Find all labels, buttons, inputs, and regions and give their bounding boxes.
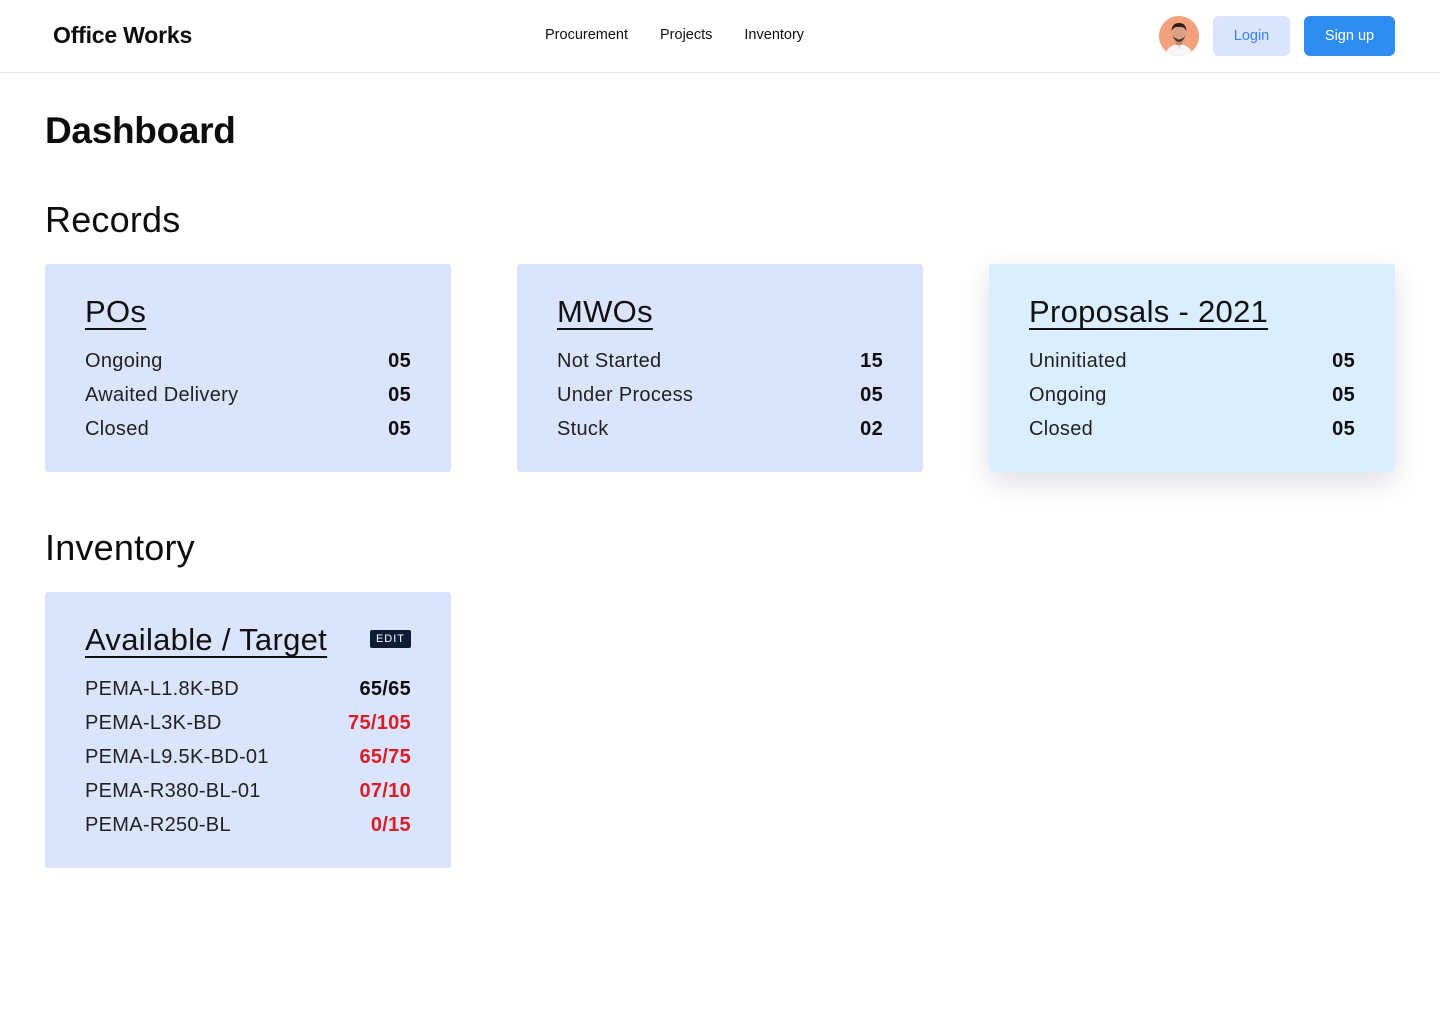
inventory-row: PEMA-L9.5K-BD-01 65/75 bbox=[85, 740, 411, 774]
record-row-value: 05 bbox=[1332, 417, 1355, 440]
record-row-label: Under Process bbox=[557, 383, 694, 406]
record-row-value: 05 bbox=[860, 383, 883, 406]
signup-button[interactable]: Sign up bbox=[1304, 16, 1395, 56]
inventory-rows: PEMA-L1.8K-BD 65/65 PEMA-L3K-BD 75/105 P… bbox=[85, 672, 411, 842]
record-row: Closed 05 bbox=[1029, 412, 1355, 446]
card-title-proposals[interactable]: Proposals - 2021 bbox=[1029, 294, 1268, 330]
edit-button[interactable]: EDIT bbox=[369, 630, 411, 648]
record-row: Stuck 02 bbox=[557, 412, 883, 446]
records-card-proposals: Proposals - 2021 Uninitiated 05 Ongoing … bbox=[989, 264, 1395, 472]
record-row: Ongoing 05 bbox=[1029, 378, 1355, 412]
record-row-value: 05 bbox=[388, 349, 411, 372]
record-row-value: 05 bbox=[388, 417, 411, 440]
main-nav: Procurement Projects Inventory bbox=[545, 27, 804, 43]
record-row-value: 05 bbox=[1332, 383, 1355, 406]
top-navbar: Office Works Procurement Projects Invent… bbox=[0, 0, 1440, 73]
record-row-label: Ongoing bbox=[1029, 383, 1107, 406]
records-card-pos: POs Ongoing 05 Awaited Delivery 05 Close… bbox=[45, 264, 451, 472]
inventory-item-value: 07/10 bbox=[359, 779, 411, 802]
record-row-value: 02 bbox=[860, 417, 883, 440]
record-row: Under Process 05 bbox=[557, 378, 883, 412]
record-row: Uninitiated 05 bbox=[1029, 344, 1355, 378]
card-title-pos[interactable]: POs bbox=[85, 294, 146, 330]
inventory-item-label: PEMA-L9.5K-BD-01 bbox=[85, 745, 269, 768]
record-row: Closed 05 bbox=[85, 412, 411, 446]
inventory-item-label: PEMA-R250-BL bbox=[85, 813, 231, 836]
inventory-item-value: 75/105 bbox=[348, 711, 411, 734]
inventory-row: PEMA-L3K-BD 75/105 bbox=[85, 706, 411, 740]
login-button[interactable]: Login bbox=[1213, 16, 1290, 56]
card-title-available-target[interactable]: Available / Target bbox=[85, 622, 327, 658]
record-row-label: Stuck bbox=[557, 417, 609, 440]
records-card-mwos: MWOs Not Started 15 Under Process 05 Stu… bbox=[517, 264, 923, 472]
record-row-value: 05 bbox=[388, 383, 411, 406]
inventory-row: PEMA-R250-BL 0/15 bbox=[85, 808, 411, 842]
inventory-item-label: PEMA-R380-BL-01 bbox=[85, 779, 261, 802]
record-row: Ongoing 05 bbox=[85, 344, 411, 378]
inventory-row: PEMA-L1.8K-BD 65/65 bbox=[85, 672, 411, 706]
record-row-label: Closed bbox=[85, 417, 150, 440]
user-avatar-icon[interactable] bbox=[1159, 16, 1199, 56]
record-row: Not Started 15 bbox=[557, 344, 883, 378]
records-section-title: Records bbox=[45, 199, 181, 240]
record-row-label: Uninitiated bbox=[1029, 349, 1127, 372]
inventory-item-label: PEMA-L3K-BD bbox=[85, 711, 222, 734]
inventory-item-label: PEMA-L1.8K-BD bbox=[85, 677, 239, 700]
inventory-card: Available / Target EDIT PEMA-L1.8K-BD 65… bbox=[45, 592, 451, 868]
record-row-label: Not Started bbox=[557, 349, 662, 372]
nav-inventory[interactable]: Inventory bbox=[744, 27, 804, 43]
nav-projects[interactable]: Projects bbox=[660, 27, 712, 43]
inventory-row: PEMA-R380-BL-01 07/10 bbox=[85, 774, 411, 808]
nav-procurement[interactable]: Procurement bbox=[545, 27, 628, 43]
inventory-item-value: 65/75 bbox=[359, 745, 411, 768]
record-row-label: Awaited Delivery bbox=[85, 383, 239, 406]
inventory-section-title: Inventory bbox=[45, 527, 195, 568]
brand-logo[interactable]: Office Works bbox=[53, 22, 192, 49]
page-title: Dashboard bbox=[45, 110, 236, 151]
record-row: Awaited Delivery 05 bbox=[85, 378, 411, 412]
inventory-item-value: 0/15 bbox=[370, 813, 411, 836]
inventory-item-value: 65/65 bbox=[359, 677, 411, 700]
record-row-value: 15 bbox=[860, 349, 883, 372]
record-row-label: Closed bbox=[1029, 417, 1094, 440]
record-row-label: Ongoing bbox=[85, 349, 163, 372]
card-title-mwos[interactable]: MWOs bbox=[557, 294, 653, 330]
record-row-value: 05 bbox=[1332, 349, 1355, 372]
